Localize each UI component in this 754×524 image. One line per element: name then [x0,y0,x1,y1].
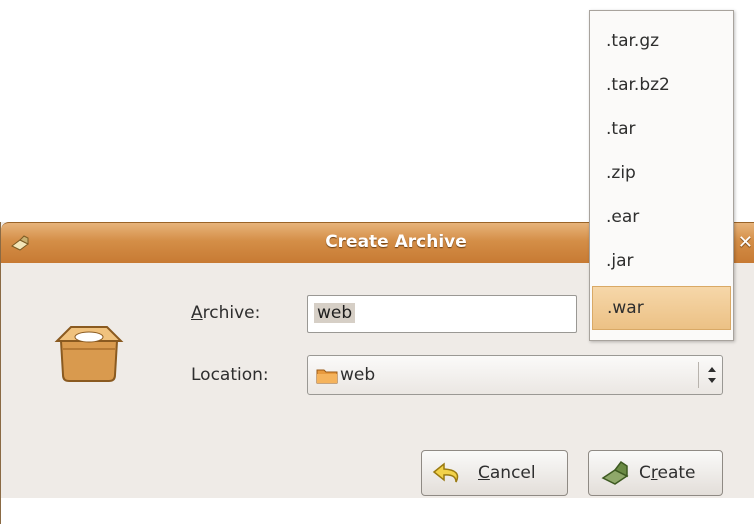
create-label: Create [639,463,696,483]
archive-name-input[interactable]: web [307,295,577,333]
create-label-text: eate [657,463,696,483]
location-label: Location: [191,365,269,385]
close-icon[interactable]: ✕ [738,232,753,253]
archive-name-value[interactable]: web [314,303,356,323]
combo-separator [698,362,699,388]
create-button[interactable]: Create [588,450,723,496]
menu-item-tar[interactable]: .tar [592,107,731,151]
folder-icon [316,369,338,384]
cancel-label-text: ancel [489,463,536,483]
menu-item-tar-bz2[interactable]: .tar.bz2 [592,63,731,107]
archive-label-text: rchive: [202,303,261,323]
archive-type-menu: .tar.gz .tar.bz2 .tar .zip .ear .jar .wa… [589,10,734,341]
archive-label-mnemonic: A [191,303,203,323]
menu-item-ear[interactable]: .ear [592,195,731,239]
undo-arrow-icon [432,462,459,483]
cancel-label: Cancel [478,463,536,483]
archive-label: Archive: [191,303,260,323]
window-bottom-edge [1,498,754,524]
location-value: web [340,365,376,385]
cancel-mnemonic: C [478,463,490,483]
combo-arrows-icon[interactable] [706,363,718,387]
menu-item-war[interactable]: .war [592,286,731,330]
location-combo[interactable]: web [307,355,723,395]
create-mnemonic: r [650,463,658,483]
menu-item-jar[interactable]: .jar [592,239,731,283]
create-archive-icon [601,460,629,485]
menu-item-zip[interactable]: .zip [592,151,731,195]
open-box-icon [54,326,124,382]
menu-item-tar-gz[interactable]: .tar.gz [592,19,731,63]
create-label-prefix: C [639,463,651,483]
cancel-button[interactable]: Cancel [421,450,568,496]
